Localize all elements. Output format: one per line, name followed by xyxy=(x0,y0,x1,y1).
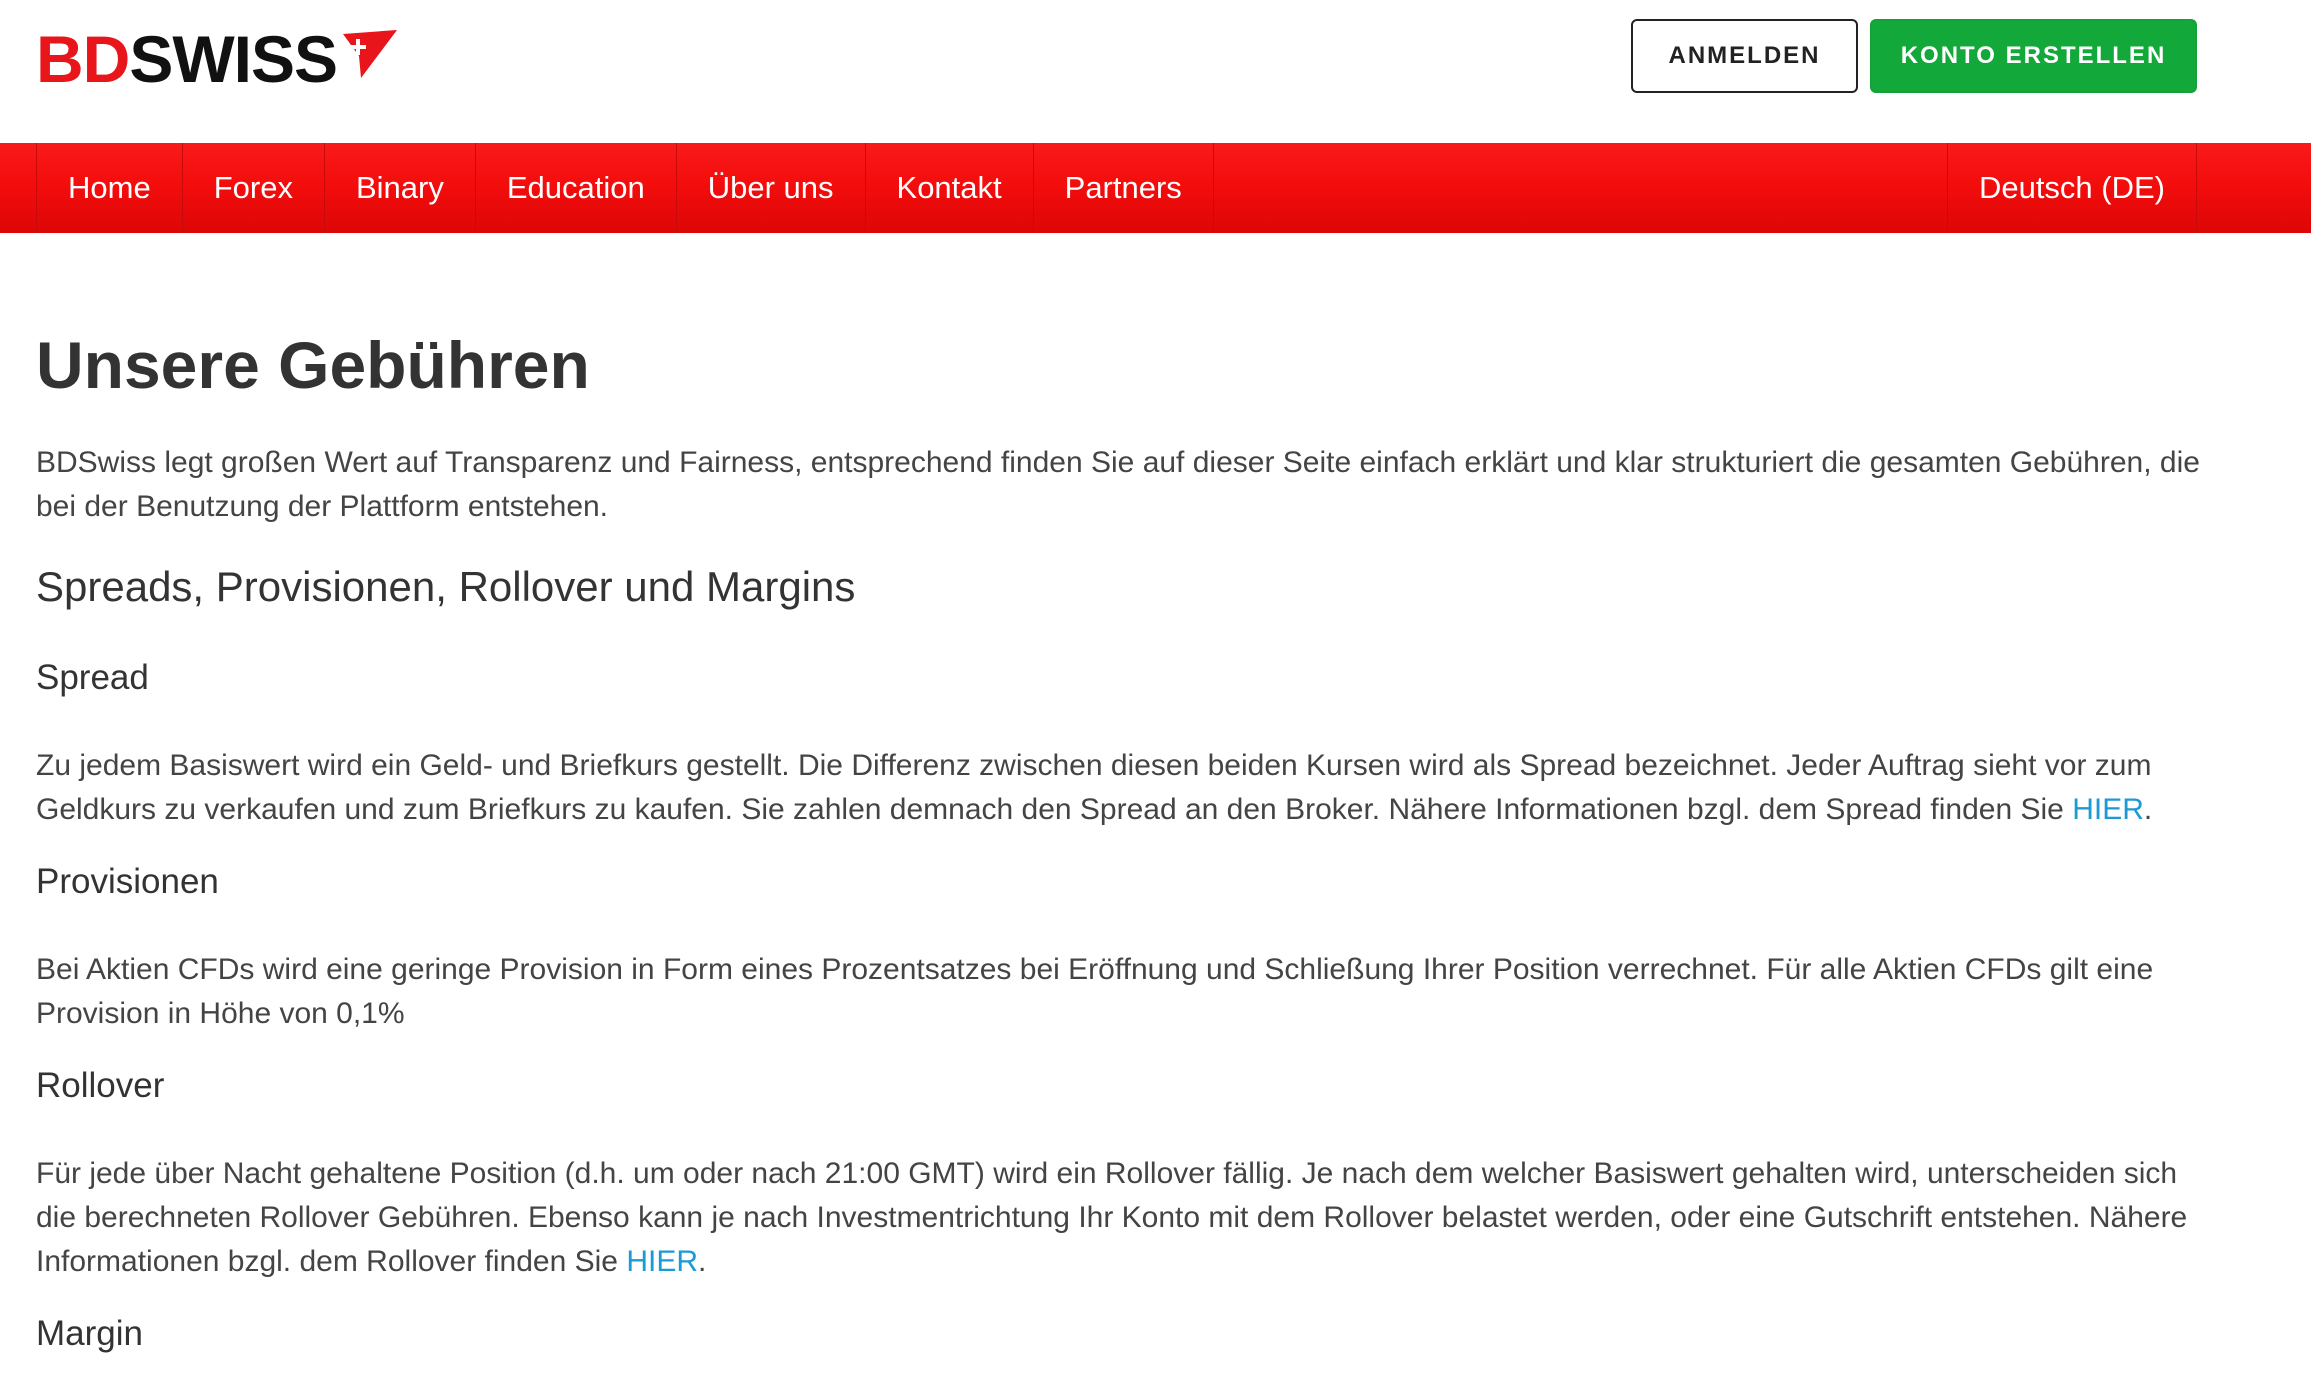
nav-list: Home Forex Binary Education Über uns Kon… xyxy=(36,143,1214,233)
spread-text: Zu jedem Basiswert wird ein Geld- und Br… xyxy=(36,749,2152,826)
spread-more-link[interactable]: HIER xyxy=(2072,793,2144,826)
create-account-button[interactable]: KONTO ERSTELLEN xyxy=(1870,19,2197,93)
nav-item-contact[interactable]: Kontakt xyxy=(866,143,1034,233)
rollover-suffix: . xyxy=(698,1245,707,1278)
page-title: Unsere Gebühren xyxy=(36,328,590,402)
nav-item-partners[interactable]: Partners xyxy=(1034,143,1214,233)
spread-suffix: . xyxy=(2143,793,2153,826)
nav-item-forex[interactable]: Forex xyxy=(183,143,325,233)
provisionen-paragraph: Bei Aktien CFDs wird eine geringe Provis… xyxy=(36,953,2154,1030)
nav-item-education[interactable]: Education xyxy=(476,143,677,233)
bdswiss-logo[interactable]: BD SWISS xyxy=(36,24,399,94)
section-title-fees: Spreads, Provisionen, Rollover und Margi… xyxy=(36,563,856,610)
login-button[interactable]: ANMELDEN xyxy=(1631,19,1858,93)
rollover-paragraph: Für jede über Nacht gehaltene Position (… xyxy=(36,1152,2216,1284)
spread-paragraph: Zu jedem Basiswert wird ein Geld- und Br… xyxy=(36,744,2216,832)
rollover-more-link[interactable]: HIER xyxy=(626,1245,698,1278)
logo-text-bd: BD xyxy=(36,22,130,96)
heading-provisionen: Provisionen xyxy=(36,862,219,901)
nav-item-home[interactable]: Home xyxy=(37,143,183,233)
heading-rollover: Rollover xyxy=(36,1066,165,1105)
logo-text-swiss: SWISS xyxy=(129,22,338,96)
language-selector[interactable]: Deutsch (DE) xyxy=(1946,143,2197,233)
logo-swiss-cross-icon xyxy=(339,26,399,87)
heading-margin: Margin xyxy=(36,1314,143,1353)
nav-item-binary[interactable]: Binary xyxy=(325,143,476,233)
site-header: BD SWISS ANMELDEN KONTO ERSTELLEN xyxy=(0,0,2311,143)
main-nav: Home Forex Binary Education Über uns Kon… xyxy=(0,143,2311,233)
header-actions: ANMELDEN KONTO ERSTELLEN xyxy=(1631,19,2197,93)
rollover-text: Für jede über Nacht gehaltene Position (… xyxy=(36,1157,2188,1278)
heading-spread: Spread xyxy=(36,658,149,697)
intro-paragraph: BDSwiss legt großen Wert auf Transparenz… xyxy=(36,446,2200,523)
nav-item-about[interactable]: Über uns xyxy=(677,143,866,233)
